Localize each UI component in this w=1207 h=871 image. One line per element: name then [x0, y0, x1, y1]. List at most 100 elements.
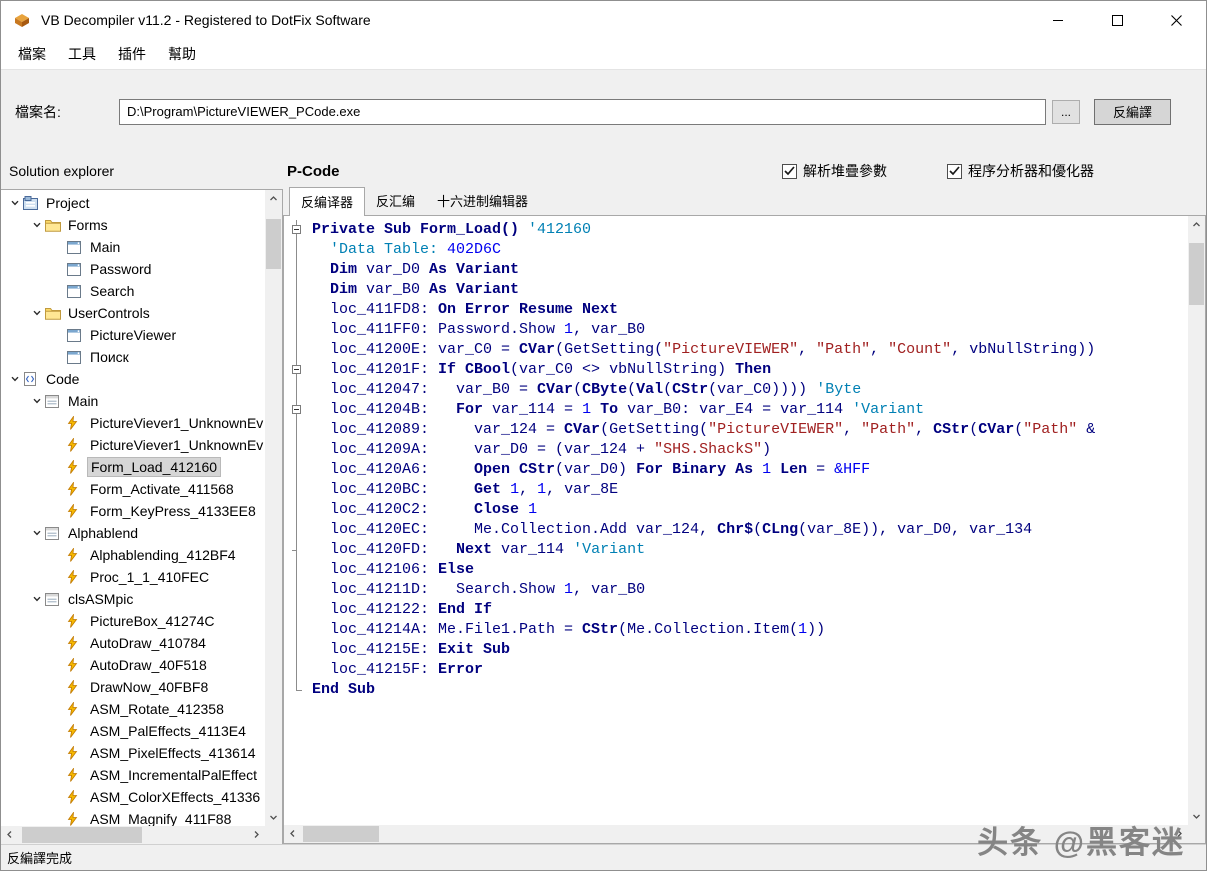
menu-file[interactable]: 檔案	[7, 40, 57, 68]
fold-collapse-icon[interactable]	[284, 360, 312, 380]
tab-hex-editor[interactable]: 十六进制编辑器	[426, 187, 539, 215]
code-text: loc_41200E: var_C0 = CVar(GetSetting("Pi…	[312, 341, 1096, 358]
tree-item-asm-magnify-411f88[interactable]: ASM_Magnify_411F88	[1, 808, 265, 826]
tree-item-label: Code	[46, 371, 80, 387]
menu-plugins[interactable]: 插件	[107, 40, 157, 68]
tree-item-code[interactable]: Code	[1, 368, 265, 390]
code-line: loc_412089: var_124 = CVar(GetSetting("P…	[284, 420, 1188, 440]
tree-item-asm-paleffects-4113e4[interactable]: ASM_PalEffects_4113E4	[1, 720, 265, 742]
expander-collapse-icon[interactable]	[29, 528, 45, 538]
tree-item-alphablend[interactable]: Alphablend	[1, 522, 265, 544]
tree-item-pictureviewer[interactable]: PictureViewer	[1, 324, 265, 346]
tree-item-поиск[interactable]: Поиск	[1, 346, 265, 368]
tree-item-asm-pixeleffects-413614[interactable]: ASM_PixelEffects_413614	[1, 742, 265, 764]
fold-minus-box[interactable]	[292, 365, 301, 374]
decompile-button[interactable]: 反編譯	[1094, 98, 1171, 125]
tree-item-label: Alphablend	[68, 525, 139, 541]
tree-item-drawnow-40fbf8[interactable]: DrawNow_40FBF8	[1, 676, 265, 698]
code-area[interactable]: Private Sub Form_Load() '412160 'Data Ta…	[284, 220, 1188, 825]
tree-item-search[interactable]: Search	[1, 280, 265, 302]
code-icon	[23, 372, 43, 386]
expander-collapse-icon[interactable]	[29, 220, 45, 230]
tree-item-main[interactable]: Main	[1, 390, 265, 412]
filename-label: 檔案名:	[15, 103, 61, 120]
checkbox-analyzer-optimizer[interactable]: 程序分析器和優化器	[947, 161, 1094, 181]
tree-item-pictureviever1-unknownev[interactable]: PictureViever1_UnknownEv	[1, 434, 265, 456]
maximize-button[interactable]	[1088, 1, 1147, 39]
scrollbar-thumb[interactable]	[1189, 243, 1204, 305]
tree-item-usercontrols[interactable]: UserControls	[1, 302, 265, 324]
tree-item-proc-1-1-410fec[interactable]: Proc_1_1_410FEC	[1, 566, 265, 588]
checkbox-checked-icon	[947, 163, 962, 179]
expander-collapse-icon[interactable]	[29, 396, 45, 406]
expander-collapse-icon[interactable]	[29, 594, 45, 604]
tree-item-label: DrawNow_40FBF8	[90, 679, 209, 695]
fold-minus-box[interactable]	[292, 405, 301, 414]
scroll-right-icon[interactable]	[248, 826, 265, 843]
code-text: loc_412047: var_B0 = CVar(CByte(Val(CStr…	[312, 381, 862, 398]
fold-minus-box[interactable]	[292, 225, 301, 234]
scroll-left-icon[interactable]	[284, 825, 301, 842]
tree-item-label: UserControls	[68, 305, 150, 321]
tree-item-form-load-412160[interactable]: Form_Load_412160	[1, 456, 265, 478]
tree-item-label: AutoDraw_410784	[90, 635, 206, 651]
code-text: loc_4120C2: Close 1	[312, 501, 538, 518]
tree-item-autodraw-40f518[interactable]: AutoDraw_40F518	[1, 654, 265, 676]
scroll-left-icon[interactable]	[1, 826, 18, 843]
tree-item-form-keypress-4133ee8[interactable]: Form_KeyPress_4133EE8	[1, 500, 265, 522]
tree-horizontal-scrollbar[interactable]	[1, 826, 265, 844]
minimize-button[interactable]	[1029, 1, 1088, 39]
browse-button[interactable]: ...	[1052, 99, 1080, 124]
tree-item-autodraw-410784[interactable]: AutoDraw_410784	[1, 632, 265, 654]
tree-item-asm-incrementalpaleffect[interactable]: ASM_IncrementalPalEffect	[1, 764, 265, 786]
menu-tools[interactable]: 工具	[57, 40, 107, 68]
scrollbar-thumb[interactable]	[22, 827, 142, 843]
tree-item-alphablending-412bf4[interactable]: Alphablending_412BF4	[1, 544, 265, 566]
tab-disassembler[interactable]: 反汇编	[365, 187, 426, 215]
code-text: loc_41204B: For var_114 = 1 To var_B0: v…	[312, 401, 925, 418]
scroll-up-icon[interactable]	[1188, 216, 1205, 233]
event-icon	[67, 768, 87, 782]
tree-item-asm-rotate-412358[interactable]: ASM_Rotate_412358	[1, 698, 265, 720]
code-line: 'Data Table: 402D6C	[284, 240, 1188, 260]
tree-vertical-scrollbar[interactable]	[265, 190, 282, 826]
tree-item-pictureviever1-unknownev[interactable]: PictureViever1_UnknownEv	[1, 412, 265, 434]
tree-item-clsasmpic[interactable]: clsASMpic	[1, 588, 265, 610]
tab-decompiler[interactable]: 反编译器	[289, 187, 366, 216]
scroll-down-icon[interactable]	[1188, 808, 1205, 825]
scrollbar-track[interactable]	[18, 826, 248, 844]
tree-item-label: Password	[90, 261, 152, 277]
scrollbar-corner	[1188, 825, 1205, 843]
editor-vertical-scrollbar[interactable]	[1188, 216, 1205, 825]
tree-item-picturebox-41274c[interactable]: PictureBox_41274C	[1, 610, 265, 632]
code-editor[interactable]: Private Sub Form_Load() '412160 'Data Ta…	[283, 215, 1206, 844]
tree-item-label: PictureBox_41274C	[90, 613, 215, 629]
menubar: 檔案 工具 插件 幫助	[1, 39, 1206, 69]
tree-item-form-activate-411568[interactable]: Form_Activate_411568	[1, 478, 265, 500]
scroll-up-icon[interactable]	[265, 190, 282, 207]
menu-help[interactable]: 幫助	[157, 40, 207, 68]
close-button[interactable]	[1147, 1, 1206, 39]
tree-item-forms[interactable]: Forms	[1, 214, 265, 236]
checkbox-parse-stack-params[interactable]: 解析堆疊參數	[782, 161, 887, 181]
tree-item-password[interactable]: Password	[1, 258, 265, 280]
fold-collapse-icon[interactable]	[284, 220, 312, 240]
scrollbar-thumb[interactable]	[266, 219, 281, 269]
fold-gutter	[284, 600, 312, 620]
form-icon	[67, 350, 87, 364]
expander-collapse-icon[interactable]	[7, 198, 23, 208]
scrollbar-track[interactable]	[1188, 233, 1205, 808]
tree-item-asm-colorxeffects-41336[interactable]: ASM_ColorXEffects_41336	[1, 786, 265, 808]
tree-item-project[interactable]: Project	[1, 192, 265, 214]
expander-collapse-icon[interactable]	[7, 374, 23, 384]
scrollbar-thumb[interactable]	[303, 826, 379, 842]
scroll-down-icon[interactable]	[265, 809, 282, 826]
event-icon	[67, 658, 87, 672]
event-icon	[67, 724, 87, 738]
tree-item-main[interactable]: Main	[1, 236, 265, 258]
fold-gutter	[284, 520, 312, 540]
expander-collapse-icon[interactable]	[29, 308, 45, 318]
filename-input[interactable]	[119, 98, 1046, 125]
scrollbar-track[interactable]	[265, 207, 282, 809]
fold-collapse-icon[interactable]	[284, 400, 312, 420]
